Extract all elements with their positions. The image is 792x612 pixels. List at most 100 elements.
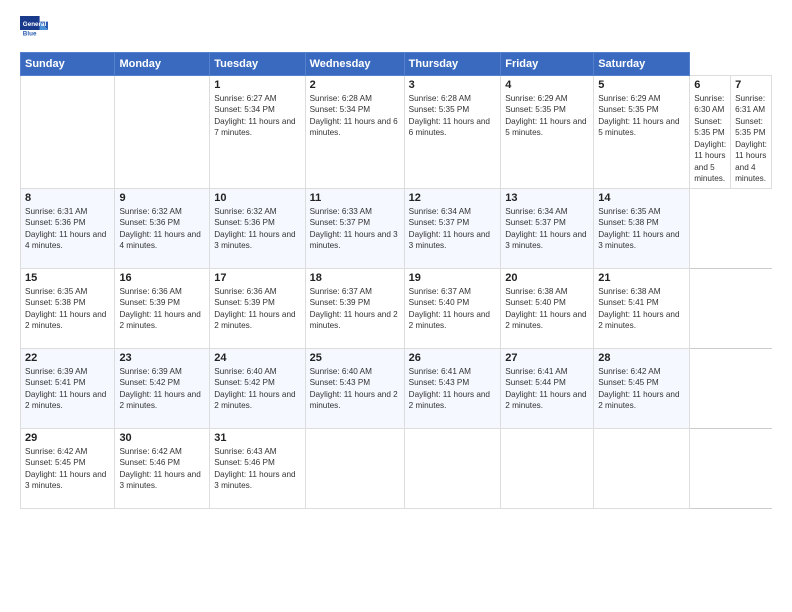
day-info: Sunrise: 6:34 AMSunset: 5:37 PMDaylight:…	[505, 206, 589, 252]
week-row: 29 Sunrise: 6:42 AMSunset: 5:45 PMDaylig…	[21, 428, 772, 508]
calendar-cell: 20 Sunrise: 6:38 AMSunset: 5:40 PMDaylig…	[501, 268, 594, 348]
day-number: 12	[409, 192, 497, 204]
week-row: 15 Sunrise: 6:35 AMSunset: 5:38 PMDaylig…	[21, 268, 772, 348]
day-info: Sunrise: 6:29 AMSunset: 5:35 PMDaylight:…	[505, 93, 589, 139]
day-number: 23	[119, 352, 205, 364]
logo-icon: General Blue	[20, 16, 48, 44]
day-info: Sunrise: 6:28 AMSunset: 5:34 PMDaylight:…	[310, 93, 400, 139]
day-number: 27	[505, 352, 589, 364]
day-number: 8	[25, 192, 110, 204]
calendar-cell: 10 Sunrise: 6:32 AMSunset: 5:36 PMDaylig…	[210, 188, 305, 268]
day-info: Sunrise: 6:40 AMSunset: 5:42 PMDaylight:…	[214, 366, 300, 412]
day-number: 24	[214, 352, 300, 364]
day-number: 17	[214, 272, 300, 284]
day-info: Sunrise: 6:41 AMSunset: 5:43 PMDaylight:…	[409, 366, 497, 412]
calendar-cell: 29 Sunrise: 6:42 AMSunset: 5:45 PMDaylig…	[21, 428, 115, 508]
calendar-cell: 26 Sunrise: 6:41 AMSunset: 5:43 PMDaylig…	[404, 348, 501, 428]
week-row: 1 Sunrise: 6:27 AMSunset: 5:34 PMDayligh…	[21, 76, 772, 189]
day-number: 5	[598, 79, 685, 91]
day-info: Sunrise: 6:32 AMSunset: 5:36 PMDaylight:…	[119, 206, 205, 252]
day-info: Sunrise: 6:39 AMSunset: 5:42 PMDaylight:…	[119, 366, 205, 412]
day-info: Sunrise: 6:29 AMSunset: 5:35 PMDaylight:…	[598, 93, 685, 139]
day-number: 2	[310, 79, 400, 91]
day-number: 26	[409, 352, 497, 364]
day-number: 3	[409, 79, 497, 91]
header: General Blue	[20, 16, 772, 44]
logo: General Blue	[20, 16, 52, 44]
page: General Blue SundayMondayTuesdayWednesda…	[0, 0, 792, 612]
calendar-cell: 21 Sunrise: 6:38 AMSunset: 5:41 PMDaylig…	[594, 268, 690, 348]
calendar-cell: 14 Sunrise: 6:35 AMSunset: 5:38 PMDaylig…	[594, 188, 690, 268]
day-info: Sunrise: 6:27 AMSunset: 5:34 PMDaylight:…	[214, 93, 300, 139]
day-number: 14	[598, 192, 685, 204]
calendar-cell: 6 Sunrise: 6:30 AMSunset: 5:35 PMDayligh…	[690, 76, 731, 189]
day-info: Sunrise: 6:42 AMSunset: 5:45 PMDaylight:…	[25, 446, 110, 492]
day-number: 13	[505, 192, 589, 204]
day-number: 6	[694, 79, 726, 91]
day-number: 11	[310, 192, 400, 204]
calendar-cell	[305, 428, 404, 508]
svg-text:Blue: Blue	[23, 31, 37, 38]
day-info: Sunrise: 6:40 AMSunset: 5:43 PMDaylight:…	[310, 366, 400, 412]
calendar-cell: 2 Sunrise: 6:28 AMSunset: 5:34 PMDayligh…	[305, 76, 404, 189]
header-cell-friday: Friday	[501, 53, 594, 76]
header-cell-wednesday: Wednesday	[305, 53, 404, 76]
week-row: 22 Sunrise: 6:39 AMSunset: 5:41 PMDaylig…	[21, 348, 772, 428]
day-info: Sunrise: 6:42 AMSunset: 5:45 PMDaylight:…	[598, 366, 685, 412]
calendar-cell: 18 Sunrise: 6:37 AMSunset: 5:39 PMDaylig…	[305, 268, 404, 348]
calendar-cell: 28 Sunrise: 6:42 AMSunset: 5:45 PMDaylig…	[594, 348, 690, 428]
header-cell-saturday: Saturday	[594, 53, 690, 76]
calendar-cell: 3 Sunrise: 6:28 AMSunset: 5:35 PMDayligh…	[404, 76, 501, 189]
day-number: 9	[119, 192, 205, 204]
day-info: Sunrise: 6:31 AMSunset: 5:36 PMDaylight:…	[25, 206, 110, 252]
empty-cell	[21, 76, 115, 189]
day-info: Sunrise: 6:35 AMSunset: 5:38 PMDaylight:…	[598, 206, 685, 252]
calendar-cell	[501, 428, 594, 508]
day-number: 7	[735, 79, 767, 91]
day-number: 22	[25, 352, 110, 364]
header-cell-sunday: Sunday	[21, 53, 115, 76]
header-cell-thursday: Thursday	[404, 53, 501, 76]
calendar-table: SundayMondayTuesdayWednesdayThursdayFrid…	[20, 52, 772, 509]
header-cell-monday: Monday	[115, 53, 210, 76]
day-number: 30	[119, 432, 205, 444]
day-info: Sunrise: 6:39 AMSunset: 5:41 PMDaylight:…	[25, 366, 110, 412]
calendar-cell: 31 Sunrise: 6:43 AMSunset: 5:46 PMDaylig…	[210, 428, 305, 508]
calendar-cell: 16 Sunrise: 6:36 AMSunset: 5:39 PMDaylig…	[115, 268, 210, 348]
day-info: Sunrise: 6:32 AMSunset: 5:36 PMDaylight:…	[214, 206, 300, 252]
day-info: Sunrise: 6:36 AMSunset: 5:39 PMDaylight:…	[119, 286, 205, 332]
week-row: 8 Sunrise: 6:31 AMSunset: 5:36 PMDayligh…	[21, 188, 772, 268]
empty-cell	[115, 76, 210, 189]
day-number: 29	[25, 432, 110, 444]
day-number: 21	[598, 272, 685, 284]
day-info: Sunrise: 6:37 AMSunset: 5:40 PMDaylight:…	[409, 286, 497, 332]
day-info: Sunrise: 6:42 AMSunset: 5:46 PMDaylight:…	[119, 446, 205, 492]
day-info: Sunrise: 6:36 AMSunset: 5:39 PMDaylight:…	[214, 286, 300, 332]
calendar-cell: 7 Sunrise: 6:31 AMSunset: 5:35 PMDayligh…	[731, 76, 772, 189]
calendar-cell: 25 Sunrise: 6:40 AMSunset: 5:43 PMDaylig…	[305, 348, 404, 428]
calendar-cell: 24 Sunrise: 6:40 AMSunset: 5:42 PMDaylig…	[210, 348, 305, 428]
day-info: Sunrise: 6:38 AMSunset: 5:40 PMDaylight:…	[505, 286, 589, 332]
calendar-cell: 17 Sunrise: 6:36 AMSunset: 5:39 PMDaylig…	[210, 268, 305, 348]
day-number: 4	[505, 79, 589, 91]
day-info: Sunrise: 6:37 AMSunset: 5:39 PMDaylight:…	[310, 286, 400, 332]
day-number: 20	[505, 272, 589, 284]
calendar-cell: 1 Sunrise: 6:27 AMSunset: 5:34 PMDayligh…	[210, 76, 305, 189]
header-cell-tuesday: Tuesday	[210, 53, 305, 76]
calendar-cell: 23 Sunrise: 6:39 AMSunset: 5:42 PMDaylig…	[115, 348, 210, 428]
calendar-cell: 15 Sunrise: 6:35 AMSunset: 5:38 PMDaylig…	[21, 268, 115, 348]
calendar-cell: 30 Sunrise: 6:42 AMSunset: 5:46 PMDaylig…	[115, 428, 210, 508]
day-info: Sunrise: 6:31 AMSunset: 5:35 PMDaylight:…	[735, 93, 767, 185]
day-number: 28	[598, 352, 685, 364]
day-number: 19	[409, 272, 497, 284]
day-info: Sunrise: 6:38 AMSunset: 5:41 PMDaylight:…	[598, 286, 685, 332]
calendar-cell: 5 Sunrise: 6:29 AMSunset: 5:35 PMDayligh…	[594, 76, 690, 189]
calendar-cell: 27 Sunrise: 6:41 AMSunset: 5:44 PMDaylig…	[501, 348, 594, 428]
calendar-cell: 11 Sunrise: 6:33 AMSunset: 5:37 PMDaylig…	[305, 188, 404, 268]
day-number: 16	[119, 272, 205, 284]
day-info: Sunrise: 6:33 AMSunset: 5:37 PMDaylight:…	[310, 206, 400, 252]
day-info: Sunrise: 6:34 AMSunset: 5:37 PMDaylight:…	[409, 206, 497, 252]
calendar-cell	[594, 428, 690, 508]
day-number: 18	[310, 272, 400, 284]
calendar-cell: 12 Sunrise: 6:34 AMSunset: 5:37 PMDaylig…	[404, 188, 501, 268]
